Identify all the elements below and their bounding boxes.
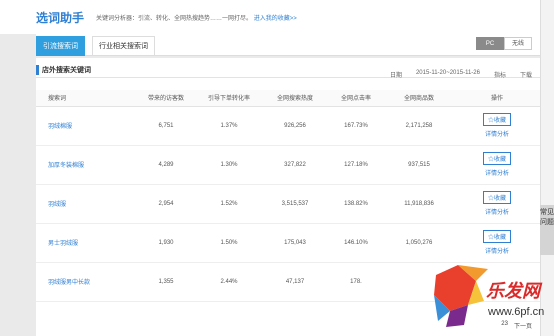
wireless-button[interactable]: 无线 [504, 37, 532, 50]
actions-group: ☆收藏详情分析 [454, 191, 540, 216]
ctr-cell: 146.10% [328, 223, 384, 263]
conversion-cell: 1.37% [196, 106, 262, 146]
table-row: 羽绒棉服 6,751 1.37% 926,256 167.73% 2,171,2… [36, 106, 540, 146]
col-items[interactable]: 全网商品数 [384, 90, 454, 107]
keyword-link[interactable]: 羽绒服男中长款 [36, 262, 136, 302]
table-row: 羽绒服 2,954 1.52% 3,515,537 138.82% 11,918… [36, 184, 540, 224]
actions-cell: ☆收藏详情分析 [454, 184, 540, 224]
page-number[interactable]: 23 [501, 321, 508, 330]
heat-cell: 926,256 [262, 106, 328, 146]
col-keyword: 搜索词 [36, 90, 136, 107]
col-actions: 操作 [454, 90, 540, 107]
intro-description: 关键词分析器：引流、转化、全网热搜趋势……一网打尽。 [96, 15, 253, 22]
col-conversion[interactable]: 引导下单转化率 [196, 90, 262, 107]
tab-bar: 引流搜索词 行业相关搜索词 PC 无线 [36, 34, 540, 56]
favorite-button[interactable]: ☆收藏 [482, 191, 511, 204]
actions-group: ☆收藏详情分析 [454, 230, 540, 255]
metric-selector[interactable]: 指标 [494, 70, 506, 79]
visitors-cell: 2,954 [136, 184, 196, 224]
detail-link[interactable]: 详情分析 [485, 246, 509, 255]
ctr-cell: 127.18% [328, 145, 384, 185]
pc-button[interactable]: PC [476, 37, 504, 50]
actions-group: ☆收藏详情分析 [454, 113, 540, 138]
heat-cell: 47,137 [262, 262, 328, 302]
favorites-link[interactable]: 进入我的收藏>> [254, 16, 297, 22]
favorite-button[interactable]: ☆收藏 [482, 230, 511, 243]
visitors-cell: 1,355 [136, 262, 196, 302]
conversion-cell: 2.44% [196, 262, 262, 302]
conversion-cell: 1.30% [196, 145, 262, 185]
keyword-link[interactable]: 男士羽绒服 [36, 223, 136, 263]
visitors-cell: 1,930 [136, 223, 196, 263]
col-ctr[interactable]: 全网点击率 [328, 90, 384, 107]
table-header-row: 搜索词 带来的访客数 引导下单转化率 全网搜索热度 全网点击率 全网商品数 操作 [36, 90, 540, 107]
col-visitors[interactable]: 带来的访客数 [136, 90, 196, 107]
favorite-button[interactable]: ☆收藏 [482, 113, 511, 126]
pagination: 23 下一页 [501, 321, 532, 330]
keyword-link[interactable]: 羽绒服 [36, 184, 136, 224]
faq-button[interactable]: 常见问题 [540, 205, 554, 255]
next-page-button[interactable]: 下一页 [514, 321, 532, 330]
conversion-cell: 1.50% [196, 223, 262, 263]
ctr-cell: 167.73% [328, 106, 384, 146]
visitors-cell: 6,751 [136, 106, 196, 146]
header: 选词助手 关键词分析器：引流、转化、全网热搜趋势……一网打尽。 进入我的收藏>> [0, 0, 540, 34]
ctr-cell: 178. [328, 262, 384, 302]
ctr-cell: 138.82% [328, 184, 384, 224]
brand-title: 选词助手 [36, 10, 85, 25]
detail-link[interactable]: 详情分析 [485, 129, 509, 138]
conversion-cell: 1.52% [196, 184, 262, 224]
heat-cell: 175,043 [262, 223, 328, 263]
table-row: 加厚冬装棉服 4,289 1.30% 327,822 127.18% 937,5… [36, 145, 540, 185]
watermark-url: www.6pf.cn [487, 306, 544, 318]
section-header: 店外搜索关键词 日期 2015-11-20~2015-11-26 指标 下载 [36, 64, 540, 79]
date-range[interactable]: 2015-11-20~2015-11-26 [416, 70, 480, 79]
items-cell: 2,171,258 [384, 106, 454, 146]
page: 选词助手 关键词分析器：引流、转化、全网热搜趋势……一网打尽。 进入我的收藏>>… [0, 0, 554, 336]
detail-link[interactable]: 详情分析 [485, 207, 509, 216]
actions-cell: ☆收藏详情分析 [454, 106, 540, 146]
keyword-link[interactable]: 羽绒棉服 [36, 106, 136, 146]
device-toggle: PC 无线 [476, 37, 532, 50]
filters: 日期 2015-11-20~2015-11-26 指标 下载 [390, 70, 532, 79]
items-cell: 937,515 [384, 145, 454, 185]
items-cell: 11,918,836 [384, 184, 454, 224]
watermark-text: 乐发网 [486, 281, 543, 302]
section-accent-bar [36, 65, 39, 75]
date-label[interactable]: 日期 [390, 70, 402, 79]
tab-industry-keywords[interactable]: 行业相关搜索词 [92, 36, 155, 56]
col-search-heat[interactable]: 全网搜索热度 [262, 90, 328, 107]
actions-cell: ☆收藏详情分析 [454, 145, 540, 185]
detail-link[interactable]: 详情分析 [485, 168, 509, 177]
visitors-cell: 4,289 [136, 145, 196, 185]
section-title: 店外搜索关键词 [42, 67, 91, 74]
heat-cell: 3,515,537 [262, 184, 328, 224]
favorite-button[interactable]: ☆收藏 [482, 152, 511, 165]
actions-group: ☆收藏详情分析 [454, 152, 540, 177]
intro-text: 关键词分析器：引流、转化、全网热搜趋势……一网打尽。 进入我的收藏>> [96, 13, 297, 22]
heat-cell: 327,822 [262, 145, 328, 185]
keyword-link[interactable]: 加厚冬装棉服 [36, 145, 136, 185]
download-button[interactable]: 下载 [520, 70, 532, 79]
tab-traffic-keywords[interactable]: 引流搜索词 [36, 36, 85, 56]
